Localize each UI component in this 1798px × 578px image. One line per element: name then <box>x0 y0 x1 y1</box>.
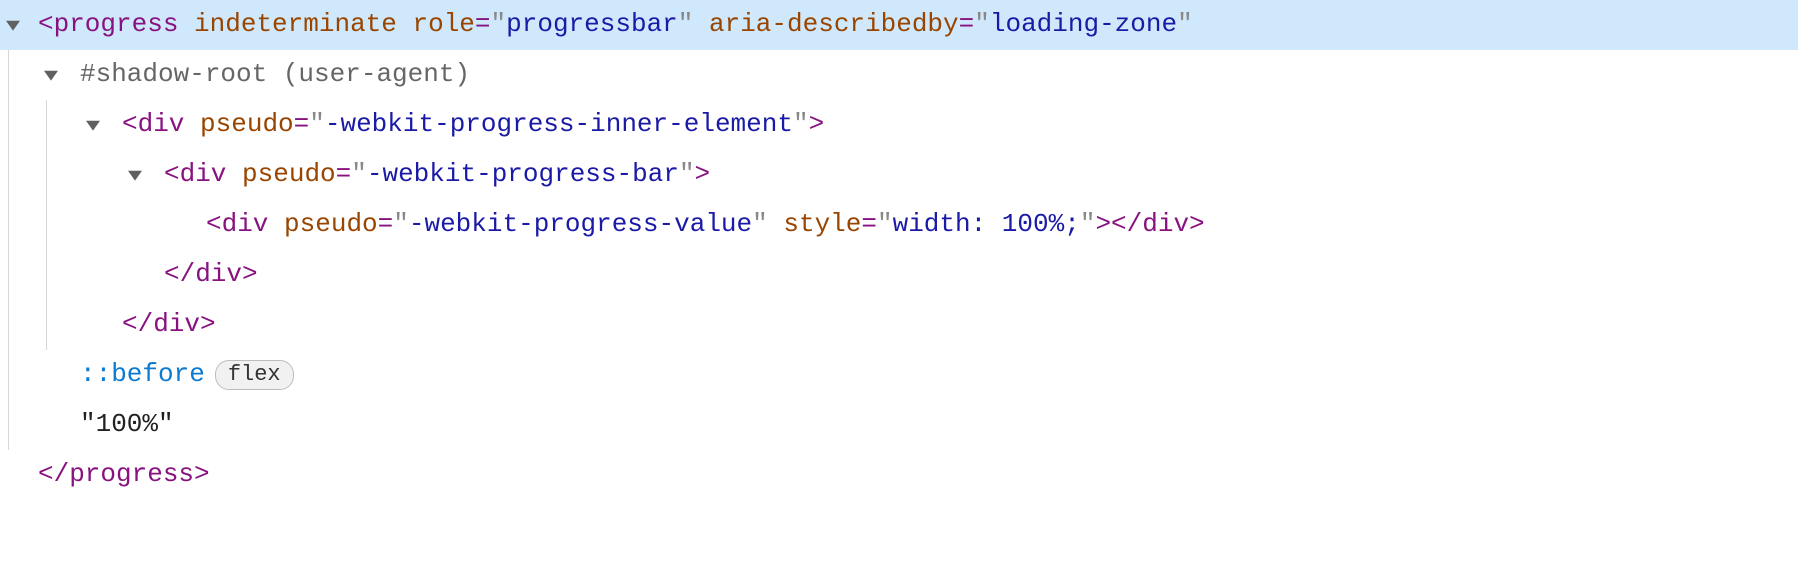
dom-tree-line-8[interactable]: ::before flex <box>0 350 1798 400</box>
pseudo-before: ::before <box>80 350 205 399</box>
tag-div-progress-value: <div pseudo="-webkit-progress-value" sty… <box>206 200 1205 249</box>
dom-tree-line-10[interactable]: </progress> <box>0 450 1798 500</box>
tag-div-inner-element: <div pseudo="-webkit-progress-inner-elem… <box>122 100 824 149</box>
dom-tree-line-3[interactable]: <div pseudo="-webkit-progress-inner-elem… <box>0 100 1798 150</box>
dom-tree-line-7[interactable]: </div> <box>0 300 1798 350</box>
dom-tree-line-1[interactable]: <progress indeterminate role="progressba… <box>0 0 1798 50</box>
dom-tree-line-4[interactable]: <div pseudo="-webkit-progress-bar"> <box>0 150 1798 200</box>
close-tag-div: </div> <box>164 250 258 299</box>
expand-arrow-icon[interactable] <box>80 118 106 132</box>
tag-progress-open: <progress indeterminate role="progressba… <box>38 0 1193 49</box>
shadow-root-label: #shadow-root (user-agent) <box>80 50 470 99</box>
close-tag-progress: </progress> <box>38 450 210 499</box>
dom-tree-line-9[interactable]: "100%" <box>0 400 1798 450</box>
flex-badge[interactable]: flex <box>215 360 294 390</box>
expand-arrow-icon[interactable] <box>0 18 26 32</box>
expand-arrow-icon[interactable] <box>38 68 64 82</box>
expand-arrow-icon[interactable] <box>122 168 148 182</box>
dom-tree-line-6[interactable]: </div> <box>0 250 1798 300</box>
text-node: "100%" <box>80 400 174 449</box>
close-tag-div: </div> <box>122 300 216 349</box>
tag-div-progress-bar: <div pseudo="-webkit-progress-bar"> <box>164 150 710 199</box>
dom-tree-line-5[interactable]: <div pseudo="-webkit-progress-value" sty… <box>0 200 1798 250</box>
dom-tree-line-2[interactable]: #shadow-root (user-agent) <box>0 50 1798 100</box>
